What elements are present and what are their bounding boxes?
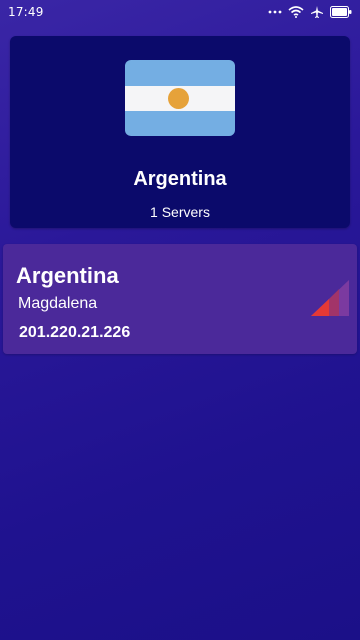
battery-icon <box>330 6 352 18</box>
flag-band-bottom <box>125 111 235 136</box>
country-card: Argentina 1 Servers <box>10 36 350 228</box>
wifi-icon <box>288 6 304 18</box>
dots-icon <box>268 9 282 15</box>
country-title: Argentina <box>133 168 227 190</box>
server-ip: 201.220.21.226 <box>19 324 131 341</box>
server-country: Argentina <box>16 263 119 288</box>
argentina-flag <box>125 60 235 136</box>
status-icons <box>268 5 352 19</box>
server-list-item[interactable]: Argentina Magdalena 201.220.21.226 <box>3 244 357 354</box>
flag-sun-icon <box>168 88 189 109</box>
status-bar: 17:49 <box>0 0 360 24</box>
server-city: Magdalena <box>18 295 98 312</box>
signal-strength-icon <box>311 280 349 316</box>
airplane-icon <box>310 5 324 19</box>
flag-band-top <box>125 60 235 86</box>
status-time: 17:49 <box>8 5 44 19</box>
server-count: 1 Servers <box>150 204 210 220</box>
